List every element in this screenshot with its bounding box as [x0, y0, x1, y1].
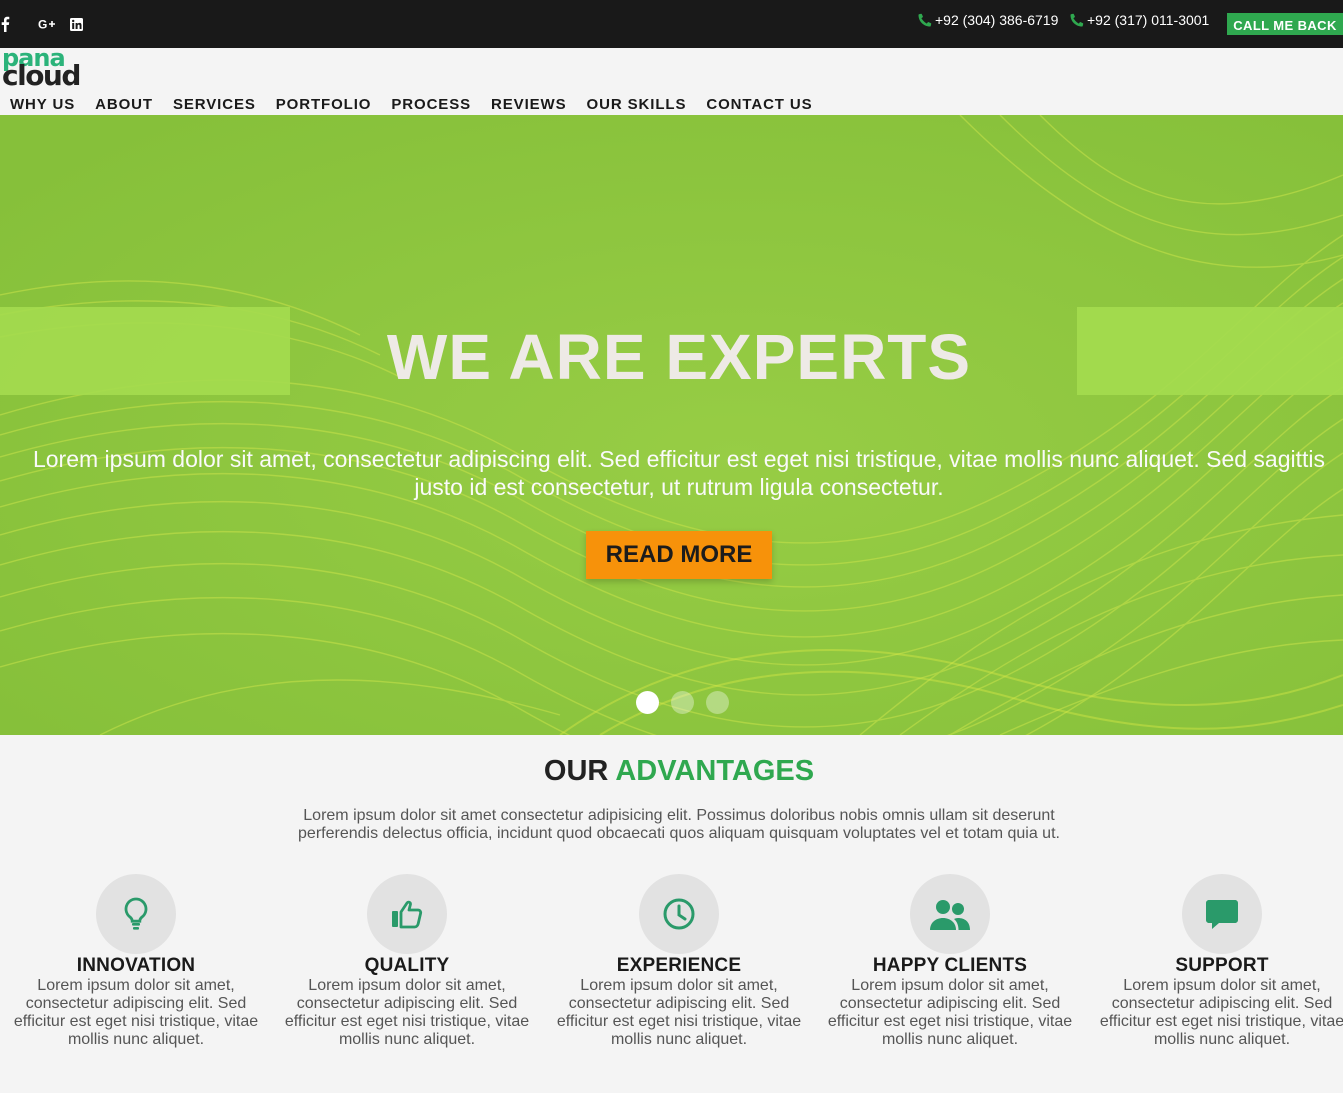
advantage-icon-circle — [367, 874, 447, 954]
phone-number-1[interactable]: +92 (304) 386-6719 — [918, 12, 1058, 28]
logo-bottom-text: cloud — [2, 59, 81, 92]
main-nav: WHY US ABOUT SERVICES PORTFOLIO PROCESS … — [10, 96, 833, 114]
google-plus-icon[interactable]: G — [38, 14, 56, 34]
lightbulb-icon — [124, 897, 148, 930]
site-header: pana cloud WHY US ABOUT SERVICES PORTFOL… — [0, 45, 1343, 115]
phone-icon — [1070, 13, 1084, 27]
advantage-icon-circle — [639, 874, 719, 954]
advantage-innovation: INNOVATION Lorem ipsum dolor sit amet, c… — [11, 874, 261, 1049]
nav-item-why-us[interactable]: WHY US — [10, 96, 75, 114]
phone-number-text: +92 (304) 386-6719 — [935, 12, 1059, 28]
hero-slider: WE ARE EXPERTS Lorem ipsum dolor sit ame… — [0, 115, 1343, 735]
clock-icon — [663, 898, 695, 930]
slider-dot-1[interactable] — [636, 691, 659, 714]
advantage-experience: EXPERIENCE Lorem ipsum dolor sit amet, c… — [554, 874, 804, 1049]
slider-dots — [636, 691, 729, 714]
top-bar: G +92 (304) 386-6719 +92 (317) 011-3001 … — [0, 0, 1343, 48]
linkedin-icon[interactable] — [70, 14, 83, 34]
call-me-back-button[interactable]: CALL ME BACK — [1227, 13, 1343, 35]
phone-number-text: +92 (317) 011-3001 — [1087, 12, 1210, 28]
advantages-title-plain: OUR — [543, 755, 609, 787]
advantage-support: SUPPORT Lorem ipsum dolor sit amet, cons… — [1097, 874, 1343, 1049]
advantage-happy-clients: HAPPY CLIENTS Lorem ipsum dolor sit amet… — [825, 874, 1075, 1049]
svg-text:G: G — [38, 18, 47, 30]
nav-item-services[interactable]: SERVICES — [173, 96, 256, 114]
read-more-button[interactable]: READ MORE — [586, 531, 772, 579]
users-icon — [930, 900, 970, 930]
advantage-body: Lorem ipsum dolor sit amet, consectetur … — [827, 977, 1073, 1048]
thumbs-up-icon — [392, 900, 423, 929]
hero-text: Lorem ipsum dolor sit amet, consectetur … — [32, 446, 1326, 500]
advantage-icon-circle — [1182, 874, 1262, 954]
advantages-subtitle: Lorem ipsum dolor sit amet consectetur a… — [298, 807, 1060, 842]
advantage-body: Lorem ipsum dolor sit amet, consectetur … — [1099, 977, 1343, 1048]
advantage-icon-circle — [910, 874, 990, 954]
advantage-quality: QUALITY Lorem ipsum dolor sit amet, cons… — [282, 874, 532, 1049]
hero-title: WE ARE EXPERTS — [386, 321, 972, 393]
nav-item-our-skills[interactable]: OUR SKILLS — [587, 96, 687, 114]
chat-bubble-icon — [1206, 900, 1238, 929]
phone-icon — [918, 13, 932, 27]
advantage-icon-circle — [96, 874, 176, 954]
advantage-body: Lorem ipsum dolor sit amet, consectetur … — [284, 977, 530, 1048]
advantage-heading: QUALITY — [364, 955, 450, 976]
slider-dot-2[interactable] — [671, 691, 694, 714]
phone-number-2[interactable]: +92 (317) 011-3001 — [1070, 12, 1209, 28]
nav-item-reviews[interactable]: REVIEWS — [491, 96, 566, 114]
hero-wave-background — [0, 115, 1343, 735]
advantage-body: Lorem ipsum dolor sit amet, consectetur … — [13, 977, 259, 1048]
nav-item-contact-us[interactable]: CONTACT US — [706, 96, 812, 114]
nav-item-about[interactable]: ABOUT — [95, 96, 153, 114]
advantage-body: Lorem ipsum dolor sit amet, consectetur … — [556, 977, 802, 1048]
logo[interactable]: pana cloud — [2, 45, 81, 90]
advantages-title-accent: ADVANTAGES — [615, 755, 815, 787]
nav-item-portfolio[interactable]: PORTFOLIO — [276, 96, 372, 114]
advantage-heading: SUPPORT — [1175, 955, 1269, 976]
advantage-heading: INNOVATION — [76, 955, 196, 976]
advantages-title: OUR ADVANTAGES — [0, 754, 1343, 788]
advantage-heading: HAPPY CLIENTS — [872, 955, 1028, 976]
advantage-heading: EXPERIENCE — [616, 955, 742, 976]
facebook-icon[interactable] — [0, 14, 10, 34]
nav-item-process[interactable]: PROCESS — [391, 96, 471, 114]
slider-dot-3[interactable] — [706, 691, 729, 714]
